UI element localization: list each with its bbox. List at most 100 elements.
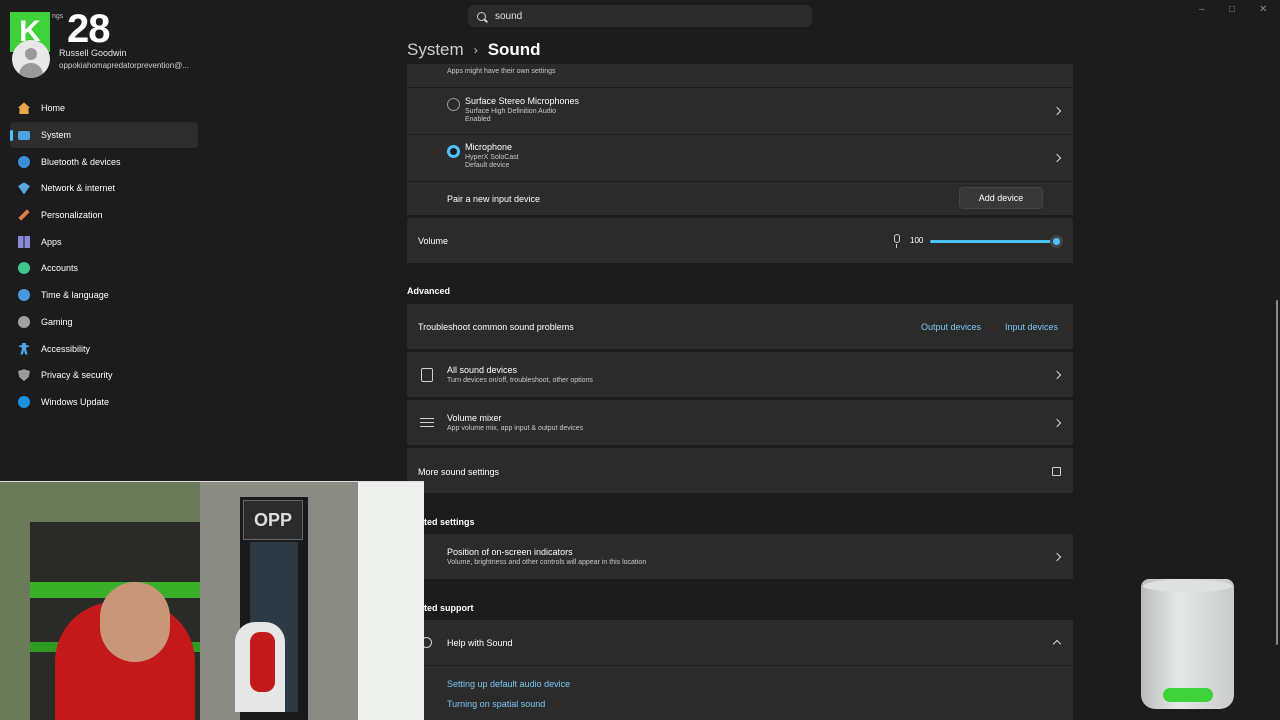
sidebar-item-label: Home xyxy=(41,103,66,114)
device-status: Enabled xyxy=(465,116,491,123)
sidebar-item-label: Accounts xyxy=(41,263,79,274)
user-email: oppokiahomapredatorprevention@... xyxy=(59,61,189,70)
globe-clock-icon xyxy=(18,289,30,302)
mixer-icon xyxy=(420,418,434,428)
close-button[interactable]: ✕ xyxy=(1259,4,1267,15)
volume-slider-track[interactable] xyxy=(930,240,1058,243)
sidebar-item-privacy[interactable]: Privacy & security xyxy=(10,362,198,389)
troubleshoot-label: Troubleshoot common sound problems xyxy=(418,322,574,332)
device-radio-selected[interactable] xyxy=(447,145,460,158)
more-sound-settings-row[interactable]: More sound settings xyxy=(407,448,1073,493)
input-note: Apps might have their own settings xyxy=(447,68,556,75)
volume-row: Volume 100 xyxy=(407,218,1073,263)
external-link-icon xyxy=(1052,467,1061,476)
volume-value: 100 xyxy=(910,236,924,245)
sidebar-item-label: Network & internet xyxy=(41,183,116,194)
sidebar-item-gaming[interactable]: Gaming xyxy=(10,309,198,336)
sidebar-item-time-language[interactable]: Time & language xyxy=(10,282,198,309)
sidebar-item-bluetooth[interactable]: Bluetooth & devices xyxy=(10,148,198,175)
chevron-up-icon[interactable] xyxy=(1052,639,1062,649)
sidebar-item-windows-update[interactable]: Windows Update xyxy=(10,389,198,416)
minimize-button[interactable]: – xyxy=(1199,4,1205,15)
row-subtitle: Turn devices on/off, troubleshoot, other… xyxy=(447,377,593,384)
sidebar-item-system[interactable]: System xyxy=(10,121,198,149)
chevron-right-icon xyxy=(1052,106,1062,116)
shield-icon xyxy=(18,369,30,382)
sidebar-item-personalization[interactable]: Personalization xyxy=(10,202,198,229)
search-input[interactable]: sound xyxy=(495,11,522,22)
device-radio[interactable] xyxy=(447,98,460,111)
scrollbar[interactable] xyxy=(1276,300,1278,645)
maximize-button[interactable]: □ xyxy=(1229,4,1235,15)
search-icon xyxy=(477,11,486,21)
row-title: Volume mixer xyxy=(447,413,502,423)
section-advanced: Advanced xyxy=(407,286,451,296)
sidebar-item-label: Accessibility xyxy=(41,343,91,354)
help-links-panel: Setting up default audio device Turning … xyxy=(407,666,1073,720)
output-devices-link[interactable]: Output devices xyxy=(921,322,981,332)
settings-title-fragment: ngs xyxy=(52,13,64,20)
volume-mixer-row[interactable]: Volume mixer App volume mix, app input &… xyxy=(407,400,1073,445)
chevron-right-icon xyxy=(1052,552,1062,562)
sidebar-item-label: Time & language xyxy=(41,290,109,301)
home-icon xyxy=(18,102,30,115)
breadcrumb-system[interactable]: System xyxy=(407,40,464,60)
sidebar-item-apps[interactable]: Apps xyxy=(10,228,198,255)
row-subtitle: Volume, brightness and other controls wi… xyxy=(447,559,647,566)
system-icon xyxy=(18,130,30,140)
apps-icon xyxy=(18,235,30,248)
sidebar-item-network[interactable]: Network & internet xyxy=(10,175,198,202)
pair-device-row: Pair a new input device Add device xyxy=(407,182,1073,215)
breadcrumb: System › Sound xyxy=(407,40,541,60)
accounts-icon xyxy=(18,262,30,275)
row-title: Position of on-screen indicators xyxy=(447,547,573,557)
sidebar-item-label: Personalization xyxy=(41,210,103,221)
more-sound-settings-label: More sound settings xyxy=(418,467,500,477)
overlay-number: 28 xyxy=(67,7,110,51)
cup-rim xyxy=(1143,580,1232,592)
all-sound-devices-row[interactable]: All sound devices Turn devices on/off, t… xyxy=(407,352,1073,397)
sidebar-item-home[interactable]: Home xyxy=(10,95,198,122)
device-name: Microphone xyxy=(465,142,513,152)
sidebar-item-accessibility[interactable]: Accessibility xyxy=(10,335,198,362)
section-related-settings: ted settings xyxy=(424,517,475,527)
sidebar-item-label: Apps xyxy=(41,236,62,247)
page-title: Sound xyxy=(487,40,541,59)
help-with-sound-row[interactable]: Help with Sound xyxy=(407,620,1073,665)
sidebar-item-label: Bluetooth & devices xyxy=(41,156,121,167)
wall-sign: OPP xyxy=(243,500,303,540)
sidebar-nav: Home System Bluetooth & devices Network … xyxy=(10,95,198,415)
device-status: Default device xyxy=(465,162,510,169)
sidebar-item-accounts[interactable]: Accounts xyxy=(10,255,198,282)
volume-slider-thumb[interactable] xyxy=(1050,235,1063,248)
help-link[interactable]: Turning on spatial sound xyxy=(447,699,545,709)
speaker-icon xyxy=(421,368,433,382)
avatar[interactable] xyxy=(12,40,50,78)
device-driver: Surface High Definition Audio xyxy=(465,108,557,115)
search-box[interactable]: sound xyxy=(468,5,812,27)
row-title: All sound devices xyxy=(447,365,518,375)
position-indicators-row[interactable]: Position of on-screen indicators Volume,… xyxy=(407,534,1073,579)
chevron-right-icon xyxy=(1052,370,1062,380)
sidebar-item-label: Gaming xyxy=(41,316,73,327)
chevron-right-icon: › xyxy=(473,43,478,57)
device-driver: HyperX SoloCast xyxy=(465,154,519,161)
microphone-icon[interactable] xyxy=(894,234,900,248)
help-title: Help with Sound xyxy=(447,638,513,648)
troubleshoot-row: Troubleshoot common sound problems Outpu… xyxy=(407,304,1073,349)
accessibility-icon xyxy=(18,342,30,355)
device-name: Surface Stereo Microphones xyxy=(465,96,580,106)
input-device-row[interactable]: Microphone HyperX SoloCast Default devic… xyxy=(407,135,1073,181)
update-icon xyxy=(18,395,30,408)
input-devices-link[interactable]: Input devices xyxy=(1005,322,1058,332)
sidebar-item-label: Windows Update xyxy=(41,396,110,407)
gaming-icon xyxy=(18,315,30,328)
input-device-row[interactable]: Surface Stereo Microphones Surface High … xyxy=(407,88,1073,134)
volume-label: Volume xyxy=(418,236,449,246)
chevron-right-icon xyxy=(1052,418,1062,428)
help-link[interactable]: Setting up default audio device xyxy=(447,679,570,689)
row-subtitle: App volume mix, app input & output devic… xyxy=(447,425,584,432)
bluetooth-icon xyxy=(18,155,30,168)
sidebar-item-label: Privacy & security xyxy=(41,370,113,381)
add-device-button[interactable]: Add device xyxy=(959,187,1043,209)
